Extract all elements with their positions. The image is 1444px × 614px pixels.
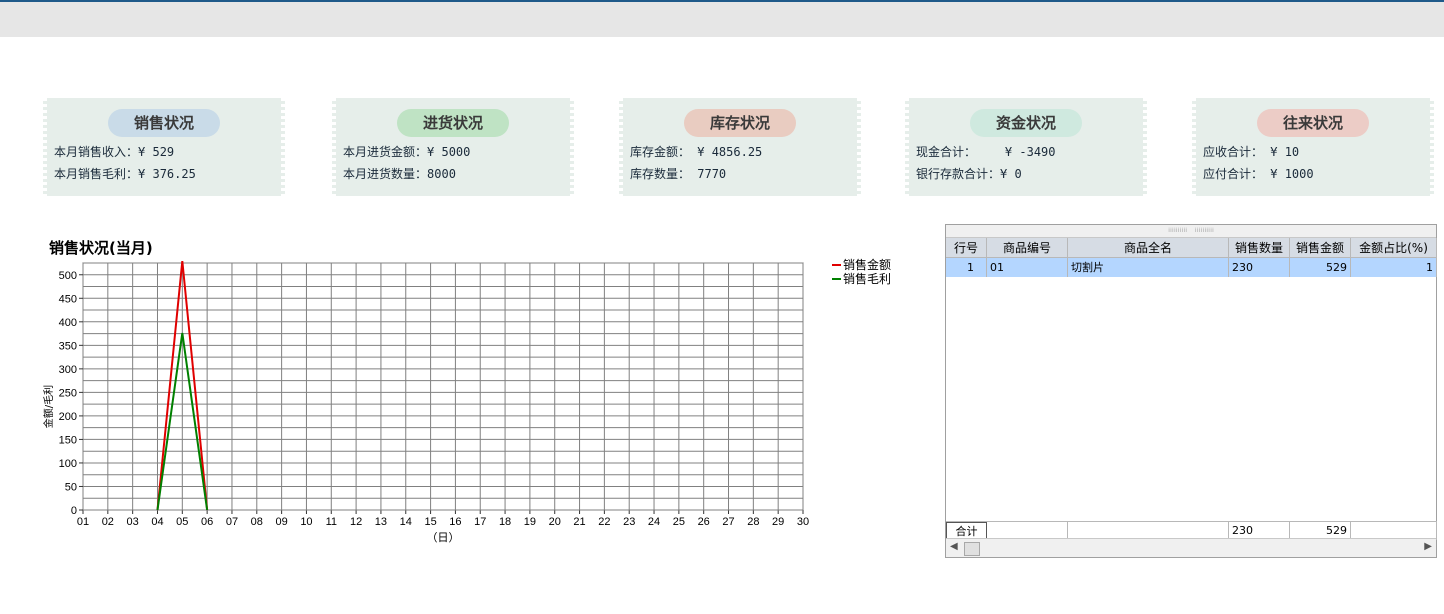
column-header: 销售金额 xyxy=(1290,238,1351,258)
card-stat-label: 应收合计： xyxy=(1203,145,1264,159)
x-tick-label: 28 xyxy=(747,516,759,528)
x-tick-label: 04 xyxy=(151,516,163,528)
x-tick-label: 15 xyxy=(424,516,436,528)
y-tick-label: 200 xyxy=(59,411,77,423)
x-tick-label: 26 xyxy=(698,516,710,528)
card-stat: 应收合计： ¥ 10 xyxy=(1203,143,1299,160)
x-tick-label: 23 xyxy=(623,516,635,528)
y-axis-label: 金额/毛利 xyxy=(42,385,55,428)
x-tick-label: 19 xyxy=(524,516,536,528)
x-tick-label: 17 xyxy=(474,516,486,528)
column-header: 商品全名 xyxy=(1068,238,1229,258)
table-cell: 1 xyxy=(946,258,987,277)
x-tick-label: 03 xyxy=(127,516,139,528)
card-title-badge: 资金状况 xyxy=(970,109,1082,137)
y-tick-label: 450 xyxy=(59,293,77,305)
plot-area xyxy=(82,262,804,511)
x-tick-label: 18 xyxy=(499,516,511,528)
card-stat-value: ¥ 0 xyxy=(1000,167,1022,181)
x-tick-label: 14 xyxy=(400,516,412,528)
column-header: 商品编号 xyxy=(987,238,1068,258)
table-cell: 切割片 xyxy=(1068,258,1229,277)
legend-label: 销售毛利 xyxy=(843,272,892,286)
legend-entry: 销售金额 xyxy=(832,258,891,272)
card-stat-label: 应付合计： xyxy=(1203,167,1264,181)
legend-entry: 销售毛利 xyxy=(832,272,891,286)
y-tick-label: 100 xyxy=(59,458,77,470)
x-tick-label: 12 xyxy=(350,516,362,528)
x-tick-label: 22 xyxy=(598,516,610,528)
x-tick-label: 10 xyxy=(300,516,312,528)
column-header: 销售数量 xyxy=(1229,238,1290,258)
y-tick-label: 350 xyxy=(59,340,77,352)
grid-drag-handle[interactable]: ⁞⁞⁞⁞⁞⁞⁞⁞⁞⁞ ⁞⁞⁞⁞⁞⁞⁞⁞⁞⁞ xyxy=(946,225,1436,238)
card-stat-label: 银行存款合计： xyxy=(916,167,1001,181)
chart-legend: 销售金额 销售毛利 xyxy=(832,258,891,286)
card-stat: 银行存款合计：¥ 0 xyxy=(916,165,1022,182)
sales-line-chart: 01 02 03 04 05 06 07 08 09 10 11 12 13 14 15 16 17 18 19 20… xyxy=(42,261,809,544)
legend-swatch xyxy=(832,264,841,266)
table-cell: 529 xyxy=(1290,258,1351,277)
card-stat-value: ¥ 10 xyxy=(1263,145,1300,159)
x-tick-label: 21 xyxy=(573,516,585,528)
x-tick-label: 02 xyxy=(102,516,114,528)
x-tick-label: 20 xyxy=(549,516,561,528)
x-tick-label: 01 xyxy=(77,516,89,528)
column-header: 行号 xyxy=(946,238,987,258)
table-row[interactable]: 1 01 切割片 230 529 1 xyxy=(946,258,1437,277)
x-tick-label: 29 xyxy=(772,516,784,528)
x-tick-label: 08 xyxy=(251,516,263,528)
card-accounts: 往来状况应收合计： ¥ 10 应付合计： ¥ 1000 xyxy=(1192,98,1434,196)
product-sales-grid[interactable]: ⁞⁞⁞⁞⁞⁞⁞⁞⁞⁞ ⁞⁞⁞⁞⁞⁞⁞⁞⁞⁞ 行号 商品编号 商品全名 销售数量 销售金额… xyxy=(945,224,1437,558)
y-tick-label: 400 xyxy=(59,317,77,329)
x-tick-label: 30 xyxy=(797,516,809,528)
card-stat-value: ¥ 1000 xyxy=(1263,167,1314,181)
scroll-left-icon[interactable]: ◀ xyxy=(950,541,958,552)
x-tick-label: 07 xyxy=(226,516,238,528)
card-title-badge: 往来状况 xyxy=(1257,109,1369,137)
x-tick-label: 24 xyxy=(648,516,660,528)
table-cell: 01 xyxy=(987,258,1068,277)
x-tick-label: 09 xyxy=(275,516,287,528)
y-tick-label: 500 xyxy=(59,270,77,282)
card-stat-label: 现金合计： xyxy=(916,145,977,159)
y-tick-label: 150 xyxy=(59,434,77,446)
card-funds: 资金状况现金合计： ¥ -3490 银行存款合计：¥ 0 xyxy=(905,98,1147,196)
x-tick-label: 06 xyxy=(201,516,213,528)
y-tick-label: 300 xyxy=(59,364,77,376)
table-cell: 230 xyxy=(1229,258,1290,277)
x-tick-label: 13 xyxy=(375,516,387,528)
x-tick-label: 27 xyxy=(722,516,734,528)
legend-swatch xyxy=(832,278,841,280)
y-tick-label: 50 xyxy=(65,481,77,493)
scrollbar-thumb[interactable] xyxy=(964,542,980,556)
grid-header: 行号 商品编号 商品全名 销售数量 销售金额 金额占比(%) xyxy=(946,238,1437,258)
table-cell: 1 xyxy=(1351,258,1437,277)
x-tick-label: 25 xyxy=(673,516,685,528)
card-stat: 现金合计： ¥ -3490 xyxy=(916,143,1056,160)
y-tick-label: 250 xyxy=(59,387,77,399)
card-stat: 应付合计： ¥ 1000 xyxy=(1203,165,1314,182)
card-stat-value: ¥ -3490 xyxy=(976,145,1056,159)
x-tick-label: 11 xyxy=(326,516,337,528)
column-header: 金额占比(%) xyxy=(1351,238,1437,258)
legend-label: 销售金额 xyxy=(843,258,892,272)
y-tick-label: 0 xyxy=(71,505,77,517)
horizontal-scrollbar[interactable]: ◀ ▶ xyxy=(946,538,1436,557)
x-axis-label: （日） xyxy=(427,531,460,544)
x-tick-label: 05 xyxy=(176,516,188,528)
x-tick-label: 16 xyxy=(449,516,461,528)
scroll-right-icon[interactable]: ▶ xyxy=(1424,541,1432,552)
